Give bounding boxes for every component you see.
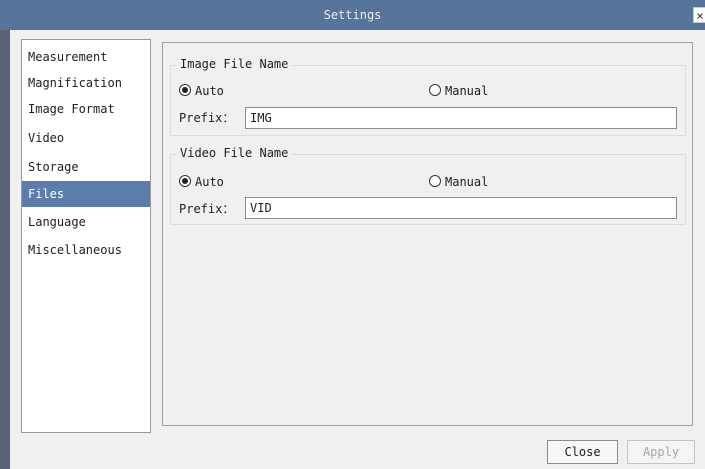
sidebar-item-image-format[interactable]: Image Format (22, 96, 150, 122)
settings-dialog: Settings × Measurement Magnification Ima… (0, 0, 705, 469)
radio-unchecked-icon (429, 175, 441, 187)
radio-checked-icon (179, 175, 191, 187)
video-auto-radio[interactable]: Auto (179, 174, 224, 190)
sidebar-item-storage[interactable]: Storage (22, 154, 150, 180)
sidebar-item-video[interactable]: Video (22, 125, 150, 151)
image-auto-label: Auto (195, 84, 224, 98)
image-prefix-input[interactable] (245, 107, 677, 129)
sidebar-item-measurement[interactable]: Measurement (22, 44, 150, 70)
radio-unchecked-icon (429, 84, 441, 96)
image-prefix-label: Prefix： (179, 111, 235, 125)
image-auto-radio[interactable]: Auto (179, 83, 224, 99)
sidebar-item-files[interactable]: Files (22, 181, 150, 207)
image-manual-radio[interactable]: Manual (429, 83, 488, 99)
video-auto-label: Auto (195, 175, 224, 189)
sidebar-item-language[interactable]: Language (22, 209, 150, 235)
left-border (0, 30, 10, 469)
sidebar-item-miscellaneous[interactable]: Miscellaneous (22, 237, 150, 263)
sidebar-item-magnification[interactable]: Magnification (22, 70, 150, 96)
category-list: Measurement Magnification Image Format V… (21, 39, 151, 433)
image-file-name-group: Image File Name Auto Manual Prefix： (170, 57, 686, 136)
apply-button[interactable]: Apply (627, 440, 695, 464)
radio-checked-icon (179, 84, 191, 96)
title-bar: Settings × (0, 0, 705, 30)
close-icon[interactable]: × (693, 7, 705, 23)
video-file-name-title: Video File Name (177, 146, 292, 160)
files-settings-panel: Image File Name Auto Manual Prefix： Vide… (162, 42, 693, 426)
window-title: Settings (323, 8, 382, 22)
image-manual-label: Manual (445, 84, 489, 98)
video-prefix-label: Prefix： (179, 202, 235, 216)
video-manual-radio[interactable]: Manual (429, 174, 488, 190)
video-file-name-group: Video File Name Auto Manual Prefix： (170, 146, 686, 225)
video-manual-label: Manual (445, 175, 489, 189)
close-button[interactable]: Close (547, 440, 618, 464)
video-prefix-input[interactable] (245, 197, 677, 219)
image-file-name-title: Image File Name (177, 57, 292, 71)
